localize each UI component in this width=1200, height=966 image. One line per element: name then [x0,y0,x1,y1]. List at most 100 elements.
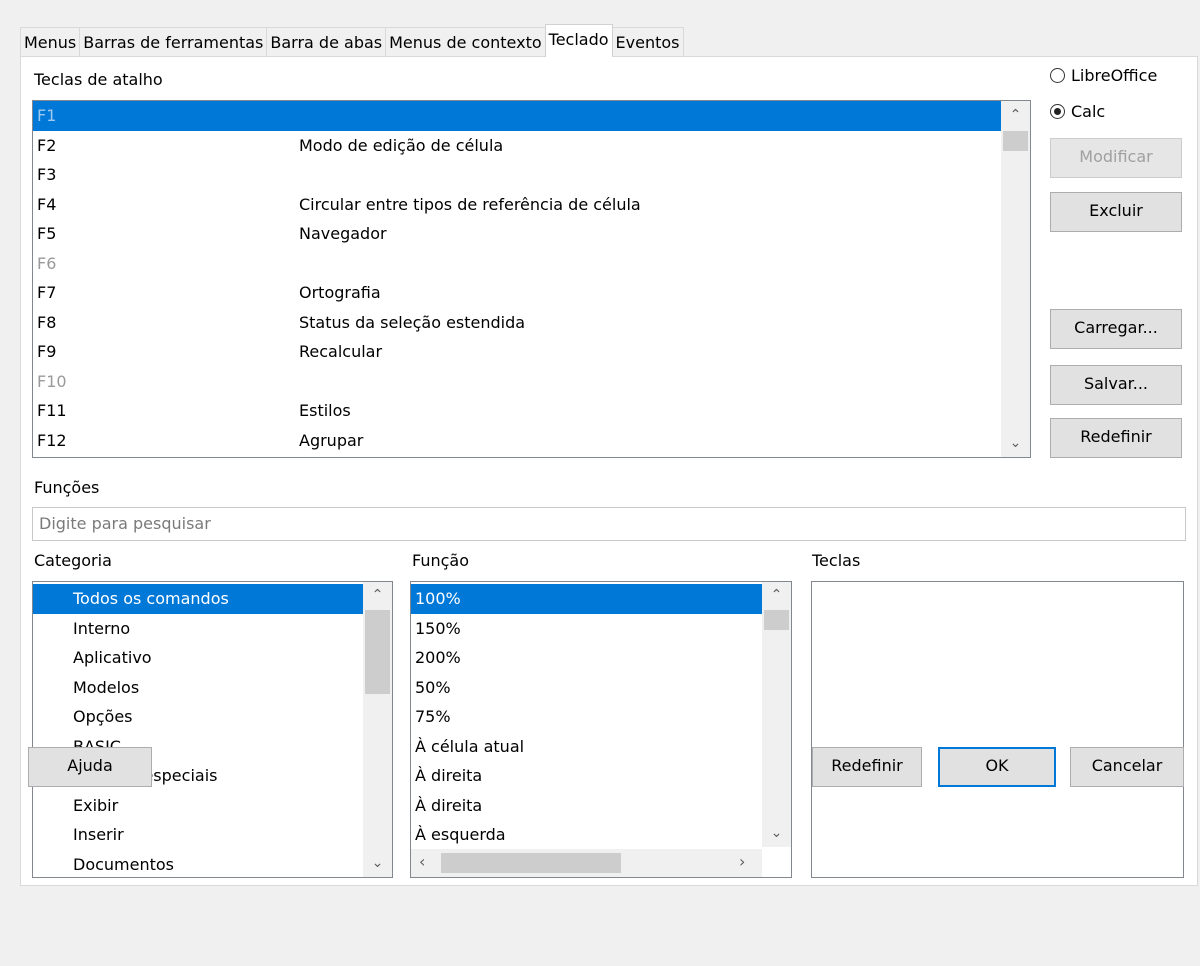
category-item[interactable]: Opções [33,702,363,732]
help-button[interactable]: Ajuda [28,747,152,787]
category-list[interactable]: Todos os comandos Interno Aplicativo Modelo… [32,581,393,878]
ok-button[interactable]: OK [938,747,1056,787]
cancel-button[interactable]: Cancelar [1070,747,1184,787]
radio-checked-icon [1050,104,1065,119]
shortcut-row[interactable]: F2 Modo de edição de célula [33,131,1001,161]
shortcut-key: F5 [37,224,57,243]
shortcut-key: F8 [37,312,57,332]
shortcut-function: Navegador [299,224,387,243]
function-item[interactable]: À direita [411,791,762,821]
tab-strip: Menus Barras de ferramentas Barra de aba… [20,24,684,57]
tab-context-menus[interactable]: Menus de contexto [385,27,546,57]
function-item[interactable]: 100% [411,584,762,614]
function-item[interactable]: 50% [411,673,762,703]
shortcut-key: F7 [37,283,57,302]
radio-unchecked-icon [1050,68,1065,83]
function-item[interactable]: 75% [411,702,762,732]
shortcut-key: F10 [37,371,67,391]
shortcut-key: F1 [37,106,57,125]
tab-menus[interactable]: Menus [20,27,81,57]
functions-label: Funções [34,478,100,497]
scroll-up-icon[interactable]: ⌃ [1001,107,1030,123]
functions-search-input[interactable]: Digite para pesquisar [32,507,1186,541]
keys-label: Teclas [812,551,861,570]
scope-libreoffice-label: LibreOffice [1071,66,1158,85]
shortcut-function: Circular entre tipos de referência de cé… [299,194,641,214]
function-item[interactable]: 200% [411,643,762,673]
category-item[interactable]: Todos os comandos [33,584,363,614]
shortcut-row[interactable]: F5 Navegador [33,219,1001,249]
shortcut-row[interactable]: F11 Estilos [33,396,1001,426]
scrollbar-thumb[interactable] [764,610,789,630]
shortcut-rows: F1 F2 Modo de edição de célula F3 F4 Circular… [33,101,1001,455]
function-list[interactable]: 100% 150% 200% 50% 75% À célula atual À direit… [410,581,792,878]
category-rows: Todos os comandos Interno Aplicativo Modelo… [33,584,363,878]
scrollbar-thumb[interactable] [365,610,390,694]
scope-libreoffice-radio[interactable]: LibreOffice [1050,66,1157,85]
shortcut-row[interactable]: F3 [33,160,1001,190]
shortcut-row[interactable]: F8 Status da seleção estendida [33,308,1001,338]
tab-tabbar[interactable]: Barra de abas [266,27,387,57]
shortcut-function: Recalcular [299,342,383,361]
shortcut-scrollbar[interactable]: ⌃ ⌄ [1001,101,1030,457]
tab-toolbars[interactable]: Barras de ferramentas [79,27,268,57]
load-button[interactable]: Carregar... [1050,309,1182,349]
shortcut-key: F9 [37,342,57,361]
shortcut-keys-label: Teclas de atalho [34,70,163,89]
function-label: Função [412,551,469,570]
tab-keyboard[interactable]: Teclado [544,24,613,57]
shortcut-key: F11 [37,401,67,420]
scroll-left-icon[interactable]: ‹ [419,852,425,871]
category-item[interactable]: Aplicativo [33,643,363,673]
function-rows: 100% 150% 200% 50% 75% À célula atual À direit… [411,584,762,850]
scroll-right-icon[interactable]: › [739,852,745,871]
category-item[interactable]: Exibir [33,791,363,821]
modify-button[interactable]: Modificar [1050,138,1182,178]
scroll-down-icon[interactable]: ⌄ [762,825,791,841]
function-item[interactable]: À direita [411,761,762,791]
function-item[interactable]: À esquerda [411,820,762,850]
category-scrollbar[interactable]: ⌃ ⌄ [363,582,392,877]
function-vscrollbar[interactable]: ⌃ ⌄ [762,582,791,847]
shortcut-row[interactable]: F10 [33,367,1001,397]
save-button[interactable]: Salvar... [1050,365,1182,405]
category-item[interactable]: Interno [33,614,363,644]
scrollbar-thumb[interactable] [1003,131,1028,151]
shortcut-function: Agrupar [299,430,364,450]
shortcut-key: F12 [37,430,67,450]
function-item[interactable]: 150% [411,614,762,644]
delete-button[interactable]: Excluir [1050,192,1182,232]
category-item[interactable]: Inserir [33,820,363,850]
scroll-down-icon[interactable]: ⌄ [1001,435,1030,451]
shortcut-row[interactable]: F7 Ortografia [33,278,1001,308]
shortcut-row[interactable]: F6 [33,249,1001,279]
shortcut-key: F6 [37,253,57,273]
shortcut-function: Status da seleção estendida [299,312,526,332]
shortcut-function: Modo de edição de célula [299,135,504,155]
shortcut-keys-list[interactable]: F1 F2 Modo de edição de célula F3 F4 Circular… [32,100,1031,458]
shortcut-row[interactable]: F4 Circular entre tipos de referência de … [33,190,1001,220]
shortcut-key: F4 [37,194,57,214]
reset-shortcuts-button[interactable]: Redefinir [1050,418,1182,458]
scroll-down-icon[interactable]: ⌄ [363,855,392,871]
scroll-up-icon[interactable]: ⌃ [363,587,392,603]
shortcut-function: Ortografia [299,283,381,302]
shortcut-row[interactable]: F1 [33,101,1001,131]
scrollbar-thumb[interactable] [441,853,621,873]
scope-calc-radio[interactable]: Calc [1050,102,1105,121]
shortcut-key: F3 [37,165,57,184]
scroll-up-icon[interactable]: ⌃ [762,587,791,603]
shortcut-row[interactable]: F12 Agrupar [33,426,1001,456]
function-hscrollbar[interactable]: ‹ › [411,849,762,877]
category-label: Categoria [34,551,112,570]
function-item[interactable]: À célula atual [411,732,762,762]
shortcut-key: F2 [37,135,57,155]
keys-list[interactable] [811,581,1184,878]
category-item[interactable]: Documentos [33,850,363,878]
shortcut-function: Estilos [299,401,351,420]
scope-calc-label: Calc [1071,102,1106,121]
tab-events[interactable]: Eventos [611,27,684,57]
shortcut-row[interactable]: F9 Recalcular [33,337,1001,367]
reset-button[interactable]: Redefinir [812,747,922,787]
category-item[interactable]: Modelos [33,673,363,703]
